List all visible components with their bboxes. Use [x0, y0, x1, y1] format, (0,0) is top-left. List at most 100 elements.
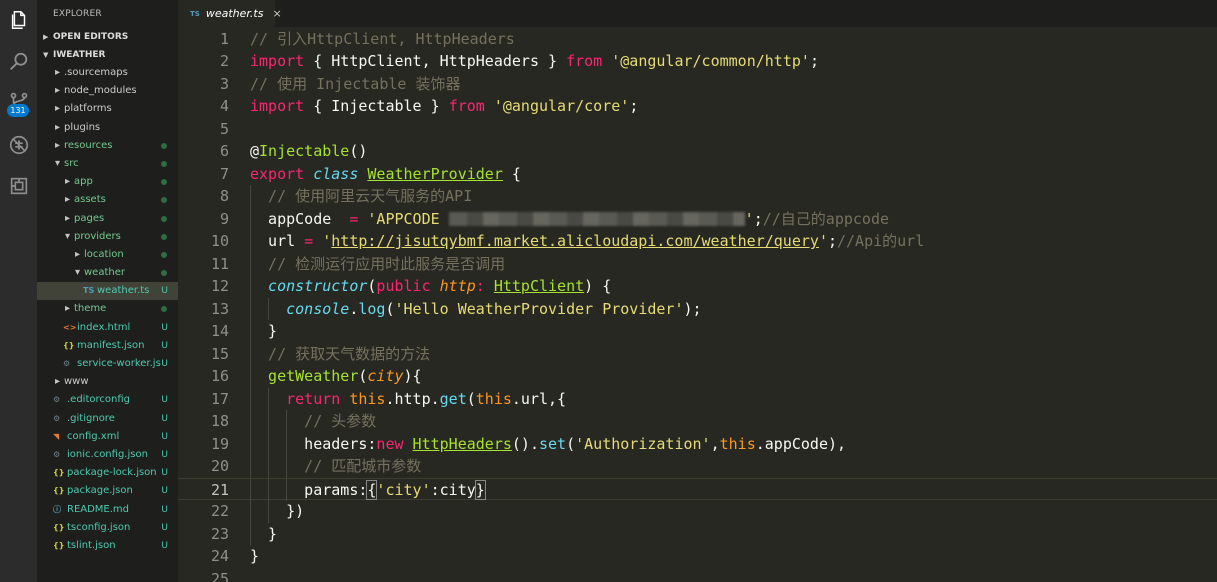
code-token: HttpClient — [493, 277, 585, 295]
search-icon[interactable] — [0, 44, 37, 80]
close-icon[interactable]: × — [272, 7, 281, 20]
code-line[interactable]: 3 // 使用 Injectable 装饰器 — [178, 73, 1217, 96]
code-token: .url,{ — [511, 389, 567, 408]
tree-item-assets[interactable]: ▸ assets — [37, 191, 178, 209]
code-line[interactable]: 16 getWeather(city){ — [178, 365, 1217, 388]
code-text: // 使用 Injectable 装饰器 — [250, 73, 460, 96]
code-token: log — [358, 299, 386, 318]
tree-item-package-json[interactable]: {} package.json U — [37, 482, 178, 500]
code-line[interactable]: 4 import { Injectable } from '@angular/co… — [178, 95, 1217, 118]
code-line[interactable]: 11 // 检测运行应用时此服务是否调用 — [178, 252, 1217, 275]
code-line[interactable]: 20 // 匹配城市参数 — [178, 455, 1217, 478]
git-status-untracked: U — [161, 395, 168, 406]
line-number: 3 — [219, 74, 229, 93]
tree-item-node-modules[interactable]: ▸ node_modules — [37, 82, 178, 100]
code-text: } — [250, 545, 259, 568]
settings-file-icon: ⚙ — [53, 449, 61, 459]
code-line[interactable]: 14} — [178, 320, 1217, 343]
tree-item-sourcemaps[interactable]: ▸ .sourcemaps — [37, 64, 178, 82]
chevron-right-icon: ▶ — [43, 33, 49, 41]
tree-item-label: package-lock.json — [67, 467, 157, 479]
chevron-down-icon: ▼ — [43, 51, 49, 59]
code-line[interactable]: 22}) — [178, 500, 1217, 523]
tree-item-package-lock-json[interactable]: {} package-lock.json U — [37, 464, 178, 482]
tree-item-providers[interactable]: ▾ providers — [37, 228, 178, 246]
git-status-untracked: U — [161, 286, 168, 297]
indent-guide — [286, 410, 288, 433]
code-token: ); — [683, 299, 702, 318]
code-line[interactable]: 7 export class WeatherProvider { — [178, 163, 1217, 186]
tree-item-label: assets — [74, 194, 106, 206]
code-line[interactable]: 17 return this.http.get(this.url,{ — [178, 387, 1217, 411]
code-line[interactable]: 6 @Injectable() — [178, 140, 1217, 163]
code-token: :city — [430, 480, 476, 499]
tree-item-location[interactable]: ▸ location — [37, 246, 178, 264]
files-icon[interactable] — [0, 2, 37, 38]
code-line[interactable]: 2 import { HttpClient, HttpHeaders } from… — [178, 50, 1217, 73]
open-editors-section[interactable]: ▶ OPEN EDITORS — [37, 28, 178, 46]
code-line[interactable]: 15 // 获取天气数据的方法 — [178, 342, 1217, 366]
code-text: return this.http.get(this.url,{ — [286, 388, 566, 411]
code-text: // 获取天气数据的方法 — [268, 343, 430, 366]
code-line[interactable]: 25 — [178, 568, 1217, 582]
tree-item-manifest-json[interactable]: {} manifest.json U — [37, 337, 178, 355]
tree-item-theme[interactable]: ▸ theme — [37, 300, 178, 318]
tree-item-ionic-config-json[interactable]: ⚙ ionic.config.json U — [37, 446, 178, 464]
code-line[interactable]: 13 console.log('Hello WeatherProvider Pro… — [178, 297, 1217, 321]
tree-item-www[interactable]: ▸ www — [37, 373, 178, 391]
tree-item-weather-ts[interactable]: TS weather.ts U — [37, 282, 178, 301]
indent-guide — [250, 342, 251, 365]
tree-item-label: www — [64, 376, 89, 388]
project-section[interactable]: ▼ IWEATHER — [37, 46, 178, 64]
indent-guide — [250, 230, 251, 253]
code-line[interactable]: 23} — [178, 522, 1217, 546]
code-line[interactable]: 1 // 引入HttpClient, HttpHeaders — [178, 28, 1217, 51]
code-token: } — [250, 547, 260, 565]
tree-item-tslint-json[interactable]: {} tslint.json U — [37, 537, 178, 555]
code-line[interactable]: 18 // 头参数 — [178, 410, 1217, 433]
code-line[interactable]: 10 url = 'http://jisutqybmf.market.aliclo… — [178, 230, 1217, 253]
code-token: constructor — [268, 277, 368, 295]
code-text: console.log('Hello WeatherProvider Provi… — [286, 298, 701, 321]
code-text: } — [268, 523, 277, 546]
tree-item-tsconfig-json[interactable]: {} tsconfig.json U — [37, 519, 178, 537]
tree-item-gitignore[interactable]: ⚙ .gitignore U — [37, 410, 178, 428]
code-token: ) { — [584, 277, 612, 295]
tree-item-plugins[interactable]: ▸ plugins — [37, 119, 178, 137]
code-token: class — [313, 164, 359, 183]
tree-item-config-xml[interactable]: ◥ config.xml U — [37, 428, 178, 446]
debug-icon[interactable] — [0, 127, 37, 163]
tree-item-app[interactable]: ▸ app — [37, 173, 178, 191]
chevron-down-icon: ▾ — [65, 230, 71, 242]
code-text: import { HttpClient, HttpHeaders } from … — [250, 50, 819, 73]
tree-item-weather[interactable]: ▾ weather — [37, 264, 178, 282]
tree-item-index-html[interactable]: <>index.html U — [37, 319, 178, 337]
code-token: }) — [286, 502, 305, 520]
tree-item-src[interactable]: ▾ src — [37, 155, 178, 173]
tree-item-platforms[interactable]: ▸ platforms — [37, 100, 178, 118]
code-line[interactable]: 8 // 使用阿里云天气服务的API — [178, 185, 1217, 208]
indent-guide — [286, 478, 288, 501]
extensions-icon[interactable] — [0, 168, 37, 204]
code-line[interactable]: 12 constructor(public http: HttpClient) { — [178, 275, 1217, 298]
code-line[interactable]: 5 — [178, 118, 1217, 141]
tree-item-pages[interactable]: ▸ pages — [37, 210, 178, 228]
code-token: //Api的url — [837, 232, 925, 250]
code-editor[interactable]: 1 // 引入HttpClient, HttpHeaders 2 import { H… — [178, 27, 1217, 582]
git-status-untracked: U — [161, 504, 168, 515]
tree-item-resources[interactable]: ▸ resources — [37, 137, 178, 155]
code-line[interactable]: 9 appCode = 'APPCODE ';//自己的appcode — [178, 207, 1217, 230]
code-line[interactable]: 19 headers:new HttpHeaders().set('Authori… — [178, 432, 1217, 455]
tree-item-editorconfig[interactable]: ⚙ .editorconfig U — [37, 391, 178, 409]
tree-item-readme-md[interactable]: ⓘ README.md U — [37, 501, 178, 519]
code-line[interactable]: 21 params:{'city':city} — [178, 477, 1217, 501]
code-line[interactable]: 24} — [178, 545, 1217, 568]
tree-item-label: pages — [74, 212, 105, 224]
indent-guide — [250, 432, 251, 455]
tree-item-service-worker-js[interactable]: ⚙ service-worker.js U — [37, 355, 178, 373]
git-status-untracked: U — [161, 322, 168, 333]
tab-weather-ts[interactable]: TS weather.ts × — [178, 0, 282, 27]
git-status-untracked: U — [161, 340, 168, 351]
